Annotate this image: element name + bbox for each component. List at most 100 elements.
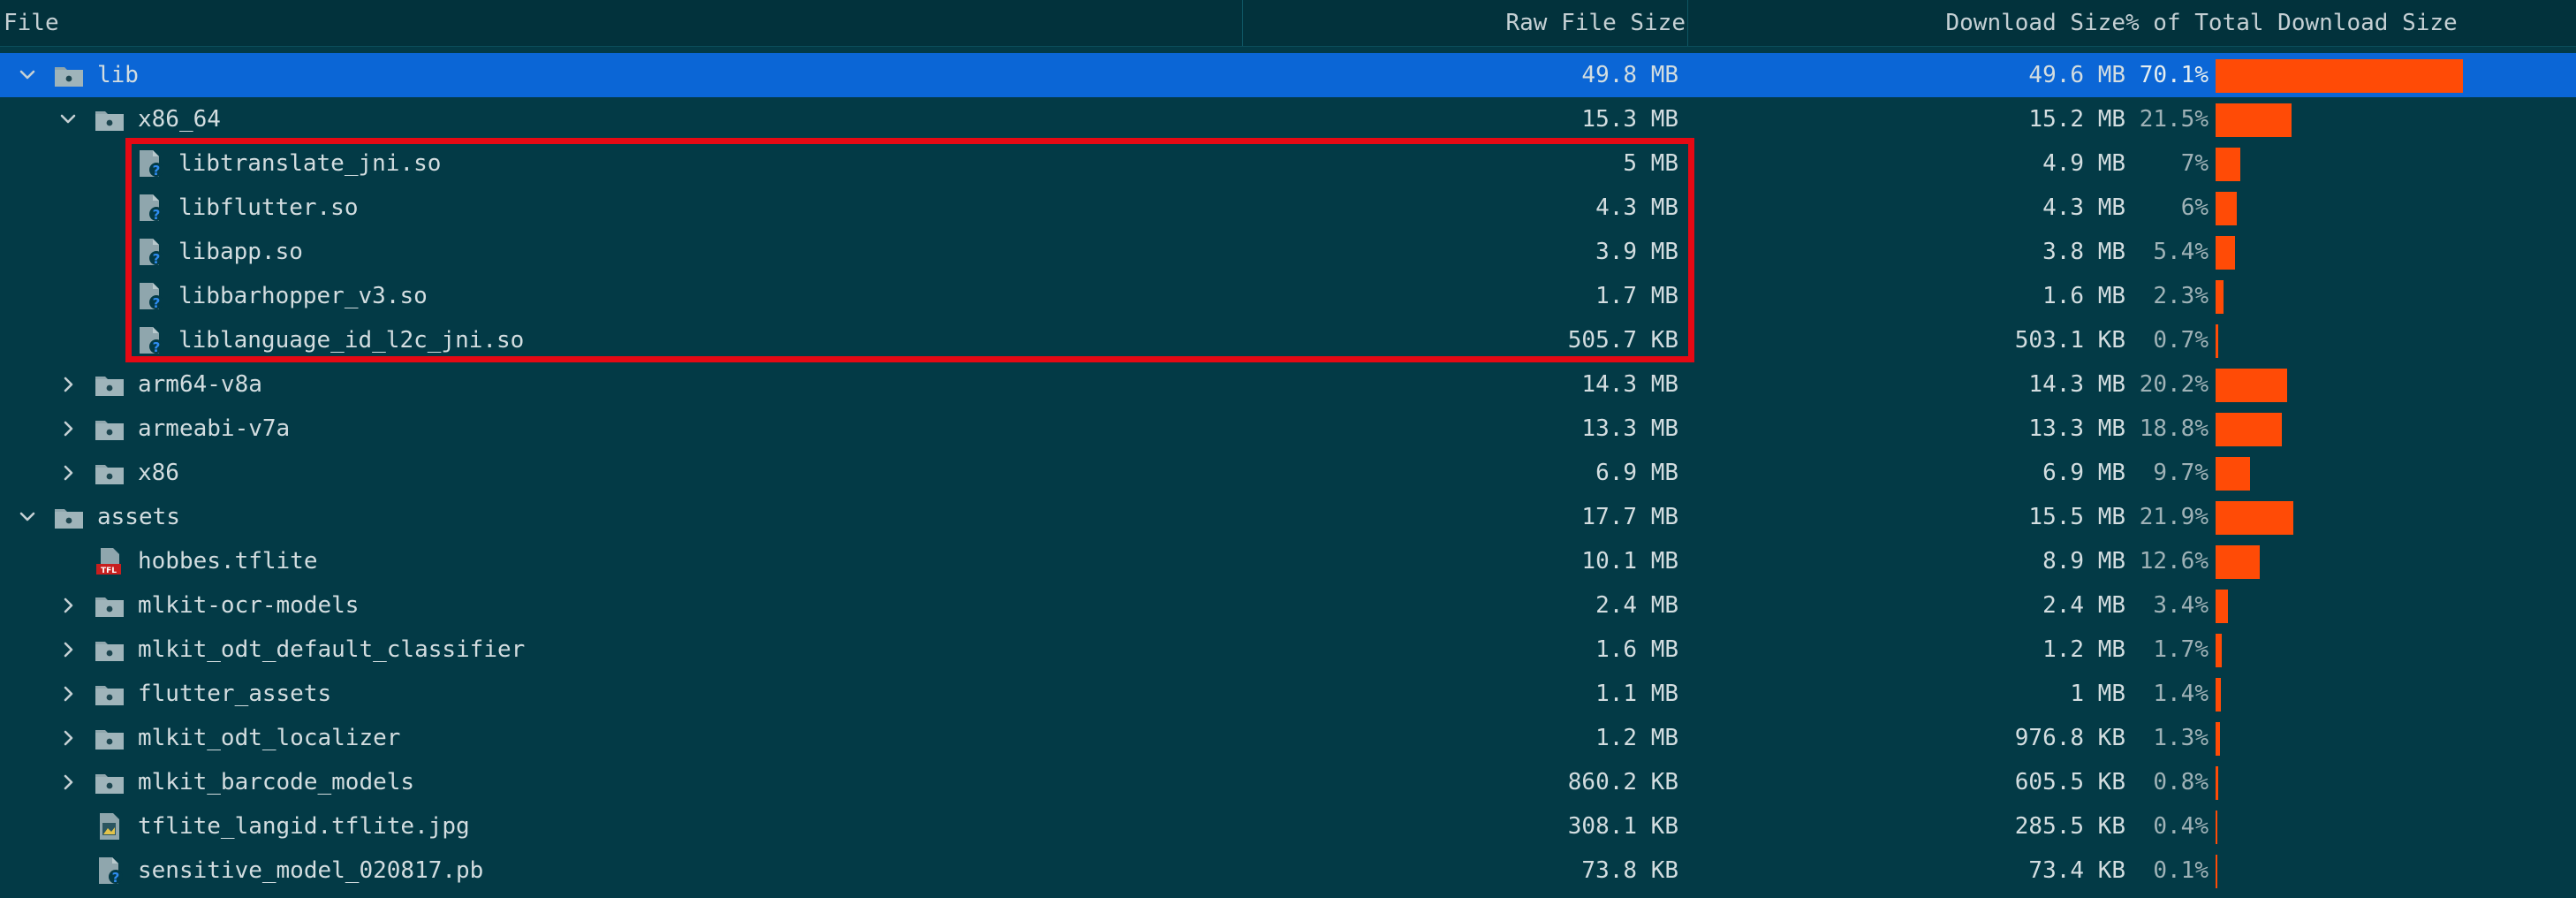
file-name: mlkit_odt_default_classifier bbox=[138, 636, 526, 663]
column-header-raw-size[interactable]: Raw File Size bbox=[1506, 0, 1686, 46]
tree-row[interactable]: ? libflutter.so 4.3 MB 4.3 MB 6% bbox=[0, 186, 2576, 230]
folder-icon bbox=[94, 414, 125, 444]
download-percent: 21.5% bbox=[2139, 106, 2209, 133]
tree-row[interactable]: TFL hobbes.tflite 10.1 MB 8.9 MB 12.6% bbox=[0, 539, 2576, 583]
column-divider[interactable] bbox=[1242, 0, 1243, 46]
raw-file-size: 17.7 MB bbox=[1581, 504, 1678, 530]
column-header-percent[interactable]: % of Total Download Size bbox=[2125, 0, 2458, 46]
file-name: mlkit_barcode_models bbox=[138, 769, 415, 795]
download-percent: 6% bbox=[2180, 194, 2209, 221]
raw-file-size: 1.1 MB bbox=[1595, 681, 1678, 707]
file-name: libbarhopper_v3.so bbox=[178, 283, 428, 309]
raw-file-size: 1.7 MB bbox=[1595, 283, 1678, 309]
column-header-file[interactable]: File bbox=[4, 0, 59, 46]
tree-row[interactable]: mlkit-ocr-models 2.4 MB 2.4 MB 3.4% bbox=[0, 583, 2576, 628]
folder-icon bbox=[94, 767, 125, 797]
tree-row[interactable]: ? liblanguage_id_l2c_jni.so 505.7 KB 503.1 … bbox=[0, 318, 2576, 362]
chevron-right-icon[interactable] bbox=[55, 681, 81, 707]
chevron-right-icon[interactable] bbox=[55, 371, 81, 398]
unknown-file-icon: ? bbox=[94, 856, 125, 886]
tree-row[interactable]: ? sensitive_model_020817.pb 73.8 KB 73.4 KB… bbox=[0, 849, 2576, 893]
folder-icon bbox=[53, 60, 85, 90]
column-divider[interactable] bbox=[1687, 0, 1688, 46]
tree-row[interactable]: x86 6.9 MB 6.9 MB 9.7% bbox=[0, 451, 2576, 495]
tree-row[interactable]: armeabi-v7a 13.3 MB 13.3 MB 18.8% bbox=[0, 407, 2576, 451]
size-bar bbox=[2216, 413, 2282, 446]
chevron-right-icon[interactable] bbox=[55, 769, 81, 795]
download-size: 503.1 KB bbox=[2014, 327, 2125, 354]
column-header-download-size[interactable]: Download Size bbox=[1946, 0, 2126, 46]
tree-row[interactable]: tflite_langid.tflite.jpg 308.1 KB 285.5 KB… bbox=[0, 804, 2576, 849]
file-name: x86_64 bbox=[138, 106, 221, 133]
size-bar bbox=[2216, 810, 2217, 844]
tree-row[interactable]: ? libtranslate_jni.so 5 MB 4.9 MB 7% bbox=[0, 141, 2576, 186]
tree-row[interactable]: ? libbarhopper_v3.so 1.7 MB 1.6 MB 2.3% bbox=[0, 274, 2576, 318]
unknown-file-icon: ? bbox=[134, 237, 166, 267]
raw-file-size: 5 MB bbox=[1623, 150, 1678, 177]
tree-row[interactable]: assets 17.7 MB 15.5 MB 21.9% bbox=[0, 495, 2576, 539]
size-bar bbox=[2216, 590, 2228, 623]
tflite-file-icon: TFL bbox=[94, 546, 125, 576]
svg-text:?: ? bbox=[153, 295, 161, 311]
tree-row[interactable]: arm64-v8a 14.3 MB 14.3 MB 20.2% bbox=[0, 362, 2576, 407]
tree-row[interactable]: lib 49.8 MB 49.6 MB 70.1% bbox=[0, 53, 2576, 97]
svg-text:?: ? bbox=[153, 251, 161, 267]
file-name: libtranslate_jni.so bbox=[178, 150, 442, 177]
download-percent: 0.1% bbox=[2153, 857, 2209, 884]
download-size: 4.9 MB bbox=[2042, 150, 2125, 177]
file-name: mlkit_odt_localizer bbox=[138, 725, 401, 751]
download-percent: 21.9% bbox=[2139, 504, 2209, 530]
size-bar bbox=[2216, 855, 2217, 888]
download-size: 13.3 MB bbox=[2028, 415, 2125, 442]
download-percent: 1.3% bbox=[2153, 725, 2209, 751]
download-percent: 0.8% bbox=[2153, 769, 2209, 795]
raw-file-size: 14.3 MB bbox=[1581, 371, 1678, 398]
chevron-right-icon[interactable] bbox=[55, 592, 81, 619]
chevron-right-icon[interactable] bbox=[55, 636, 81, 663]
unknown-file-icon: ? bbox=[134, 148, 166, 179]
chevron-right-icon[interactable] bbox=[55, 725, 81, 751]
download-size: 1.6 MB bbox=[2042, 283, 2125, 309]
download-percent: 70.1% bbox=[2139, 62, 2209, 88]
folder-icon bbox=[94, 369, 125, 400]
download-size: 1 MB bbox=[2070, 681, 2125, 707]
folder-icon bbox=[53, 502, 85, 532]
chevron-right-icon[interactable] bbox=[55, 415, 81, 442]
size-bar bbox=[2216, 280, 2224, 314]
raw-file-size: 860.2 KB bbox=[1567, 769, 1678, 795]
chevron-right-icon[interactable] bbox=[55, 460, 81, 486]
size-bar bbox=[2216, 678, 2221, 712]
chevron-down-icon[interactable] bbox=[55, 106, 81, 133]
tree-row[interactable]: mlkit_barcode_models 860.2 KB 605.5 KB 0.8% bbox=[0, 760, 2576, 804]
download-percent: 2.3% bbox=[2153, 283, 2209, 309]
raw-file-size: 505.7 KB bbox=[1567, 327, 1678, 354]
tree-row[interactable]: mlkit_odt_localizer 1.2 MB 976.8 KB 1.3% bbox=[0, 716, 2576, 760]
chevron-down-icon[interactable] bbox=[14, 62, 41, 88]
size-bar bbox=[2216, 59, 2463, 93]
tree-row[interactable]: mlkit_odt_default_classifier 1.6 MB 1.2 MB… bbox=[0, 628, 2576, 672]
file-name: mlkit-ocr-models bbox=[138, 592, 360, 619]
download-percent: 5.4% bbox=[2153, 239, 2209, 265]
svg-text:?: ? bbox=[153, 207, 161, 223]
tree-row[interactable]: ? libapp.so 3.9 MB 3.8 MB 5.4% bbox=[0, 230, 2576, 274]
size-bar bbox=[2216, 148, 2240, 181]
chevron-down-icon[interactable] bbox=[14, 504, 41, 530]
svg-text:?: ? bbox=[153, 339, 161, 355]
size-bar bbox=[2216, 457, 2250, 491]
tree-row[interactable]: flutter_assets 1.1 MB 1 MB 1.4% bbox=[0, 672, 2576, 716]
download-percent: 1.4% bbox=[2153, 681, 2209, 707]
unknown-file-icon: ? bbox=[134, 281, 166, 311]
size-bar bbox=[2216, 192, 2237, 225]
tree-row[interactable]: x86_64 15.3 MB 15.2 MB 21.5% bbox=[0, 97, 2576, 141]
file-name: libflutter.so bbox=[178, 194, 359, 221]
download-size: 73.4 KB bbox=[2028, 857, 2125, 884]
raw-file-size: 1.2 MB bbox=[1595, 725, 1678, 751]
download-size: 285.5 KB bbox=[2014, 813, 2125, 840]
file-name: flutter_assets bbox=[138, 681, 332, 707]
table-header: File Raw File Size Download Size % of To… bbox=[0, 0, 2576, 47]
raw-file-size: 10.1 MB bbox=[1581, 548, 1678, 575]
raw-file-size: 3.9 MB bbox=[1595, 239, 1678, 265]
folder-icon bbox=[94, 679, 125, 709]
image-file-icon bbox=[94, 811, 125, 841]
raw-file-size: 2.4 MB bbox=[1595, 592, 1678, 619]
